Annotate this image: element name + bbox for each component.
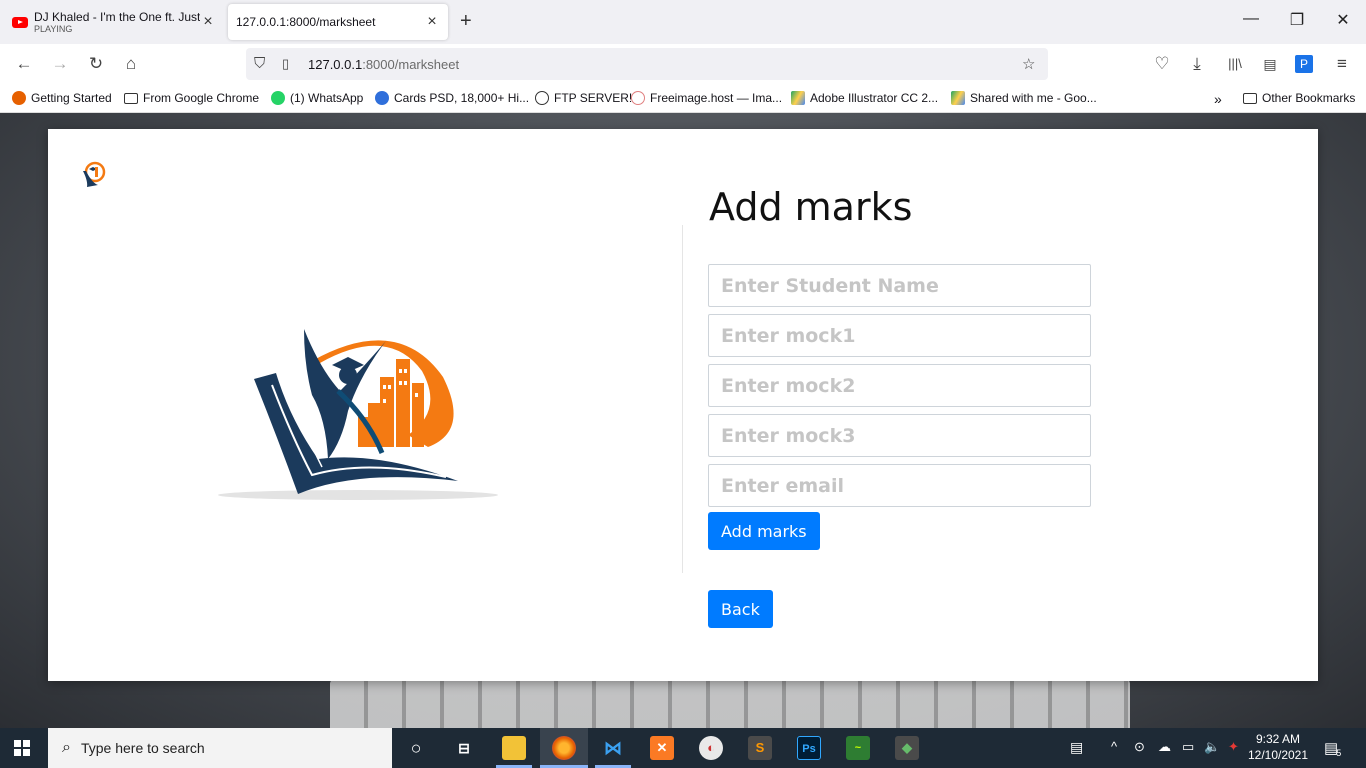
- tab-marksheet[interactable]: 127.0.0.1:8000/marksheet ×: [228, 4, 448, 40]
- firefox-icon[interactable]: [552, 736, 576, 760]
- vscode-icon[interactable]: ⋈: [601, 736, 625, 760]
- paint-icon[interactable]: ◐: [699, 736, 723, 760]
- notification-count: 5: [1336, 748, 1342, 758]
- mock3-input[interactable]: [708, 414, 1091, 457]
- volume-icon[interactable]: 🔈: [1204, 739, 1220, 755]
- cortana-icon[interactable]: ○: [404, 736, 428, 760]
- bookmark-shared-with-me[interactable]: Shared with me - Goo...: [951, 91, 1097, 105]
- search-icon: ⌕: [62, 739, 71, 756]
- whatsapp-icon: [271, 91, 285, 105]
- tab-youtube[interactable]: DJ Khaled - I'm the One ft. Justi PLAYIN…: [4, 4, 224, 40]
- add-marks-button[interactable]: Add marks: [708, 512, 820, 550]
- news-widget-icon[interactable]: ▤: [1070, 739, 1083, 756]
- bookmark-freeimage[interactable]: Freeimage.host — Ima...: [631, 91, 782, 105]
- battery-icon[interactable]: ▭: [1182, 739, 1194, 755]
- column-divider: [682, 225, 683, 573]
- page-viewport: Add marks Add marks Back: [0, 113, 1366, 728]
- page-icon: ▯: [282, 56, 290, 71]
- school-logo-small-icon[interactable]: [80, 161, 106, 189]
- clock-time: 9:32 AM: [1255, 732, 1301, 746]
- sidebar-icon[interactable]: ▤: [1259, 53, 1281, 75]
- system-clock[interactable]: 9:32 AM 12/10/2021: [1246, 731, 1310, 763]
- bookmarks-bar: Getting Started From Google Chrome (1) W…: [0, 84, 1366, 113]
- bookmark-getting-started[interactable]: Getting Started: [12, 91, 112, 105]
- new-tab-icon[interactable]: +: [460, 11, 472, 31]
- star-icon[interactable]: ☆: [1022, 55, 1035, 73]
- restore-icon[interactable]: ❐: [1274, 10, 1320, 30]
- folder-icon: [1243, 92, 1257, 104]
- tab-title: DJ Khaled - I'm the One ft. Justi: [34, 10, 200, 24]
- menu-icon[interactable]: ≡: [1331, 53, 1353, 75]
- reload-icon[interactable]: ↻: [85, 53, 107, 75]
- background-keyboard-image: [330, 678, 1130, 728]
- dropbox-icon[interactable]: ✦: [1228, 739, 1239, 755]
- freeimage-icon: [631, 91, 645, 105]
- search-placeholder: Type here to search: [80, 740, 205, 756]
- clock-date: 12/10/2021: [1247, 748, 1309, 762]
- network-icon[interactable]: ☁: [1158, 739, 1171, 755]
- file-explorer-icon[interactable]: [502, 736, 526, 760]
- folder-icon: [124, 92, 138, 104]
- close-window-icon[interactable]: ✕: [1320, 10, 1366, 30]
- url-text[interactable]: 127.0.0.1:8000/marksheet: [308, 57, 459, 72]
- firefox-icon: [12, 91, 26, 105]
- globe-icon: [535, 91, 549, 105]
- pocket-icon[interactable]: ♡: [1151, 53, 1173, 75]
- xampp-icon[interactable]: ✕: [650, 736, 674, 760]
- close-tab-icon[interactable]: ×: [424, 13, 440, 31]
- library-icon[interactable]: |||\: [1224, 53, 1246, 75]
- home-icon[interactable]: ⌂: [120, 53, 142, 75]
- extension-icon[interactable]: P: [1295, 55, 1313, 73]
- close-tab-icon[interactable]: ×: [200, 13, 216, 31]
- download-icon[interactable]: ⤓: [1186, 53, 1208, 75]
- freepik-icon: [375, 91, 389, 105]
- windows-taskbar: ⌕ Type here to search ○ ⊟ ⋈ ✕ ◐ S Ps ~ ◆…: [0, 728, 1366, 768]
- page-title: Add marks: [709, 185, 913, 229]
- bookmark-whatsapp[interactable]: (1) WhatsApp: [271, 91, 363, 105]
- bookmark-adobe-illustrator[interactable]: Adobe Illustrator CC 2...: [791, 91, 938, 105]
- show-hidden-icons-chevron-icon[interactable]: ^: [1111, 739, 1117, 754]
- git-gui-icon[interactable]: ◆: [895, 736, 919, 760]
- mock2-input[interactable]: [708, 364, 1091, 407]
- student-name-input[interactable]: [708, 264, 1091, 307]
- email-input[interactable]: [708, 464, 1091, 507]
- tab-title: 127.0.0.1:8000/marksheet: [236, 15, 376, 29]
- tab-strip: DJ Khaled - I'm the One ft. Justi PLAYIN…: [0, 0, 1366, 44]
- more-bookmarks-chevron-icon[interactable]: »: [1214, 91, 1222, 107]
- bookmark-folder-chrome[interactable]: From Google Chrome: [124, 91, 259, 105]
- bookmark-ftp-server[interactable]: FTP SERVER!: [535, 91, 632, 105]
- taskbar-search-box[interactable]: ⌕ Type here to search: [48, 728, 392, 768]
- action-center-icon[interactable]: ▤5: [1324, 739, 1343, 758]
- back-arrow-icon[interactable]: ←: [13, 53, 35, 75]
- navigation-bar: ← → ↻ ⌂ ⛉ ▯ 127.0.0.1:8000/marksheet ☆ ♡…: [0, 44, 1366, 84]
- bookmark-cards-psd[interactable]: Cards PSD, 18,000+ Hi...: [375, 91, 529, 105]
- forward-arrow-icon[interactable]: →: [49, 53, 71, 75]
- mock1-input[interactable]: [708, 314, 1091, 357]
- minimize-icon[interactable]: —: [1228, 10, 1274, 28]
- meet-now-icon[interactable]: ⊙: [1134, 739, 1145, 755]
- other-bookmarks[interactable]: Other Bookmarks: [1243, 91, 1355, 105]
- google-drive-icon: [791, 91, 805, 105]
- task-view-icon[interactable]: ⊟: [452, 736, 476, 760]
- google-drive-icon: [951, 91, 965, 105]
- photoshop-icon[interactable]: Ps: [797, 736, 821, 760]
- camtasia-icon[interactable]: ~: [846, 736, 870, 760]
- youtube-icon: [12, 16, 28, 28]
- address-bar[interactable]: ⛉ ▯ 127.0.0.1:8000/marksheet ☆: [246, 48, 1048, 80]
- sublime-text-icon[interactable]: S: [748, 736, 772, 760]
- shield-icon[interactable]: ⛉: [254, 55, 265, 72]
- form-card: Add marks Add marks Back: [48, 129, 1318, 681]
- school-logo-icon: [218, 329, 498, 500]
- back-button[interactable]: Back: [708, 590, 773, 628]
- tab-playing-label: PLAYING: [34, 24, 73, 34]
- windows-start-icon[interactable]: [14, 740, 30, 756]
